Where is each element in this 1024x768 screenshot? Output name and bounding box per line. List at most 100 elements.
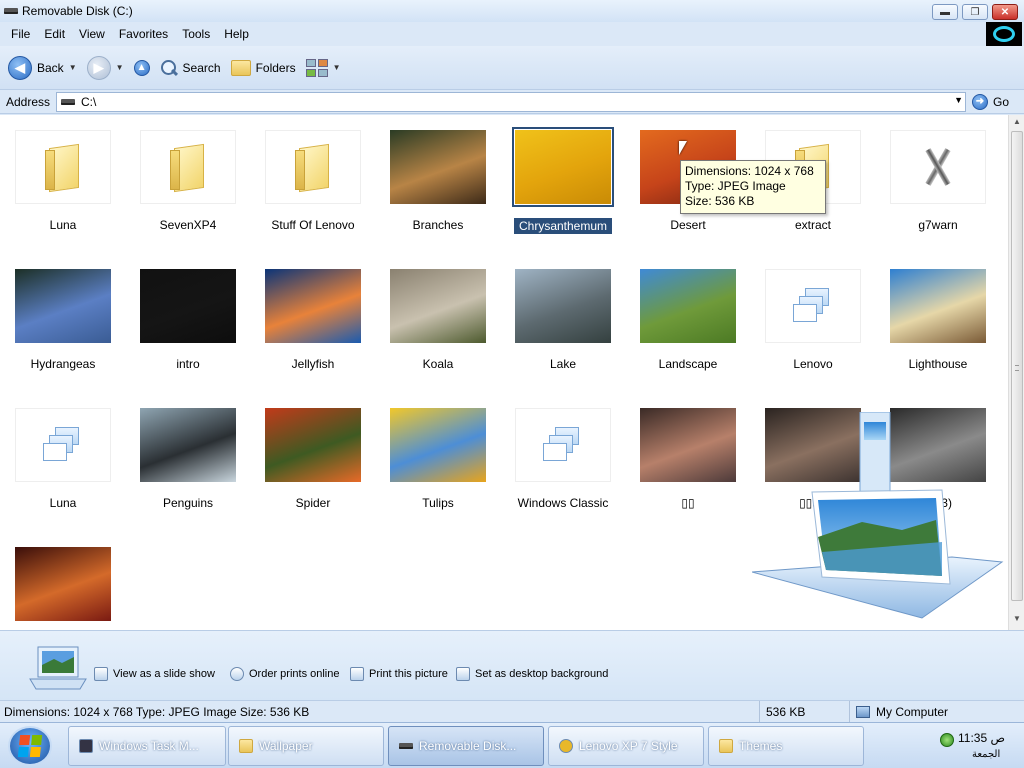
menu-file[interactable]: File	[4, 27, 37, 41]
pictures-laptop-icon	[29, 646, 87, 690]
picture-tasks-logo-icon	[752, 412, 1004, 619]
search-button[interactable]: Search	[160, 59, 221, 77]
print-picture-label: Print this picture	[369, 668, 448, 680]
menu-view[interactable]: View	[72, 27, 112, 41]
file-name: Tulips	[422, 496, 454, 510]
menu-bar: File Edit View Favorites Tools Help	[0, 22, 1024, 46]
clock-day: الجمعة	[972, 749, 1001, 760]
file-item[interactable]: Koala	[383, 254, 493, 384]
file-item[interactable]: Lake	[508, 254, 618, 384]
print-picture-task[interactable]: Print this picture	[350, 667, 448, 681]
image-preview	[390, 408, 486, 482]
start-button[interactable]	[8, 726, 52, 766]
address-input[interactable]: C:\ ▼	[56, 91, 966, 112]
file-item[interactable]: Penguins	[133, 393, 243, 523]
file-name: Koala	[422, 357, 454, 371]
slideshow-icon	[94, 667, 108, 681]
file-item[interactable]: Stuff Of Lenovo	[258, 115, 368, 245]
taskbar-label: Lenovo XP 7 Style	[579, 739, 678, 753]
taskbar-removable-disk[interactable]: Removable Disk...	[388, 726, 544, 766]
back-button[interactable]: ◀ Back ▼	[8, 55, 77, 80]
folders-button[interactable]: Folders	[230, 59, 296, 76]
file-name: Chrysanthemum	[514, 218, 612, 234]
up-button[interactable]: ▲	[133, 59, 150, 76]
forward-dropdown-icon[interactable]: ▼	[116, 63, 124, 72]
menu-edit[interactable]: Edit	[37, 27, 72, 41]
file-thumbnail	[140, 130, 236, 204]
views-button[interactable]: ▼	[305, 58, 341, 77]
taskbar-lenovo-style[interactable]: Lenovo XP 7 Style	[548, 726, 704, 766]
close-button[interactable]: ✕	[992, 4, 1018, 20]
order-prints-task[interactable]: Order prints online	[230, 667, 340, 681]
search-icon	[160, 59, 178, 77]
slide-show-label: View as a slide show	[113, 668, 215, 680]
file-item[interactable]: SevenXP4	[133, 115, 243, 245]
address-dropdown-icon[interactable]: ▼	[954, 95, 963, 105]
file-name: intro	[176, 357, 200, 371]
title-bar[interactable]: Removable Disk (C:) ▬ ❐ ✕	[0, 0, 1024, 22]
taskbar-wallpaper[interactable]: Wallpaper	[228, 726, 384, 766]
taskbar-task-manager[interactable]: Windows Task M...	[68, 726, 226, 766]
file-item[interactable]: intro	[133, 254, 243, 384]
vertical-scrollbar[interactable]: ▲ ▼	[1008, 115, 1024, 630]
taskbar-themes[interactable]: Themes	[708, 726, 864, 766]
image-preview	[140, 269, 236, 343]
file-name: Jellyfish	[291, 357, 335, 371]
scroll-down-icon[interactable]: ▼	[1011, 614, 1023, 628]
set-background-task[interactable]: Set as desktop background	[456, 667, 608, 681]
forward-button[interactable]: ▶ ▼	[86, 55, 124, 80]
folder-icon	[239, 739, 253, 753]
file-item[interactable]: g7warn	[883, 115, 993, 245]
folder-icon	[719, 739, 733, 753]
file-thumbnail	[140, 408, 236, 482]
file-item[interactable]: Hydrangeas	[8, 254, 118, 384]
file-name: extract	[794, 218, 831, 232]
menu-tools[interactable]: Tools	[175, 27, 217, 41]
back-arrow-icon: ◀	[8, 55, 32, 80]
tooltip-dimensions: Dimensions: 1024 x 768	[685, 164, 814, 178]
window-title: Removable Disk (C:)	[22, 4, 133, 18]
file-item[interactable]: Luna	[8, 393, 118, 523]
file-item[interactable]: Jellyfish	[258, 254, 368, 384]
file-thumbnail	[515, 408, 611, 482]
file-name: Spider	[295, 496, 331, 510]
file-item[interactable]: Tulips	[383, 393, 493, 523]
picture-tasks-bar: View as a slide show Order prints online…	[0, 630, 1024, 700]
go-button[interactable]: ➜ Go	[972, 93, 1009, 110]
image-preview	[390, 269, 486, 343]
drive-icon	[61, 98, 75, 105]
file-thumbnail	[512, 127, 614, 207]
file-item[interactable]: Chrysanthemum	[508, 115, 618, 245]
network-icon[interactable]	[940, 733, 954, 747]
file-item[interactable]: Branches	[383, 115, 493, 245]
globe-icon	[230, 667, 244, 681]
desktop-icon	[456, 667, 470, 681]
image-preview	[265, 408, 361, 482]
image-preview	[390, 130, 486, 204]
folder-icon	[170, 146, 206, 190]
file-name: Luna	[49, 218, 77, 232]
file-thumbnail	[15, 408, 111, 482]
back-dropdown-icon[interactable]: ▼	[69, 63, 77, 72]
status-info: Dimensions: 1024 x 768 Type: JPEG Image …	[0, 701, 760, 722]
taskbar: Windows Task M... Wallpaper Removable Di…	[0, 722, 1024, 768]
scroll-thumb[interactable]	[1011, 131, 1023, 601]
minimize-button[interactable]: ▬	[932, 4, 958, 20]
file-item[interactable]: Landscape	[633, 254, 743, 384]
file-item[interactable]: Lighthouse	[883, 254, 993, 384]
menu-help[interactable]: Help	[217, 27, 256, 41]
file-item[interactable]: Spider	[258, 393, 368, 523]
slide-show-task[interactable]: View as a slide show	[94, 667, 215, 681]
maximize-button[interactable]: ❐	[962, 4, 988, 20]
scroll-up-icon[interactable]: ▲	[1011, 117, 1023, 131]
file-item[interactable]: ▯▯	[633, 393, 743, 523]
file-item[interactable]: Lenovo	[758, 254, 868, 384]
menu-favorites[interactable]: Favorites	[112, 27, 175, 41]
system-tray: 11:35 ص الجمعة	[936, 727, 1024, 765]
file-thumbnail	[640, 408, 736, 482]
file-item[interactable]: Luna	[8, 115, 118, 245]
tooltip-type: Type: JPEG Image	[685, 179, 786, 193]
file-item[interactable]: Windows Classic	[508, 393, 618, 523]
clock-time[interactable]: 11:35 ص	[958, 731, 1005, 745]
theme-file-icon	[43, 425, 83, 465]
